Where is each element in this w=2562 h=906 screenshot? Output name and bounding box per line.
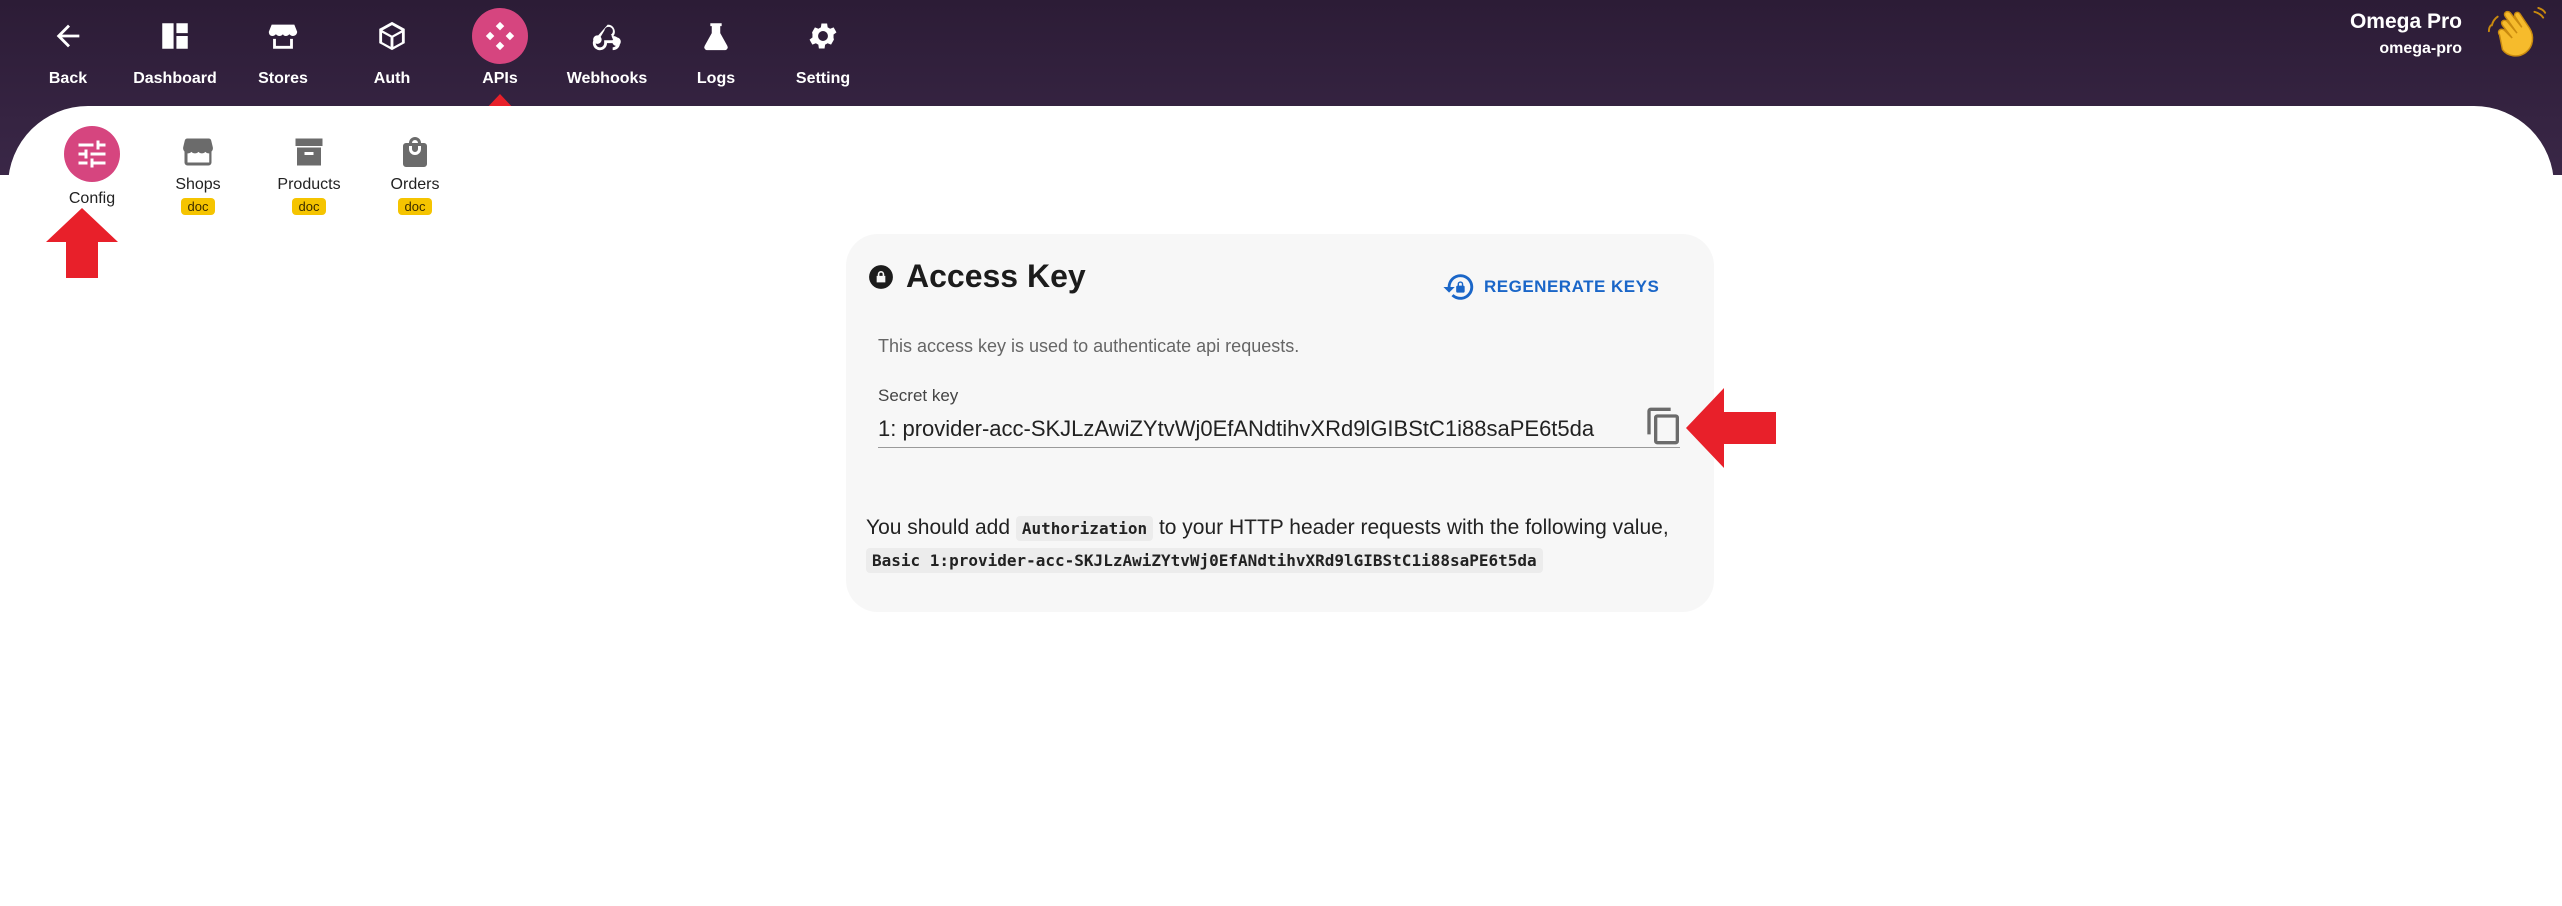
archive-icon <box>281 130 337 174</box>
card-title-text: Access Key <box>906 258 1086 294</box>
nav-label: Dashboard <box>133 70 217 87</box>
nav-label: Auth <box>373 70 411 87</box>
waving-hand-icon[interactable] <box>2486 6 2548 68</box>
auth-suffix: to your HTTP header requests with the fo… <box>1158 516 1669 539</box>
nav-back[interactable]: Back <box>38 0 98 100</box>
auth-prefix: You should add <box>866 516 1011 539</box>
card-description: This access key is used to authenticate … <box>878 336 1300 356</box>
gear-icon <box>795 8 851 64</box>
nav-label: Logs <box>696 70 736 87</box>
annotation-arrow-left <box>1686 388 1776 468</box>
user-name: Omega Pro <box>2349 10 2462 33</box>
nav-dashboard[interactable]: Dashboard <box>130 0 220 100</box>
nav-label: Webhooks <box>566 70 648 87</box>
storefront-icon <box>170 130 226 174</box>
nav-label: Setting <box>795 70 851 87</box>
nav-label: Back <box>48 70 88 87</box>
user-slug: omega-pro <box>2379 40 2462 57</box>
regenerate-keys-button[interactable]: REGENERATE KEYS <box>1442 270 1659 304</box>
card-title: Access Key <box>868 258 1086 295</box>
shopping-bag-icon <box>387 130 443 174</box>
subnav-config[interactable]: Config <box>56 106 128 208</box>
nav-label: Stores <box>258 70 308 87</box>
nav-webhooks[interactable]: Webhooks <box>564 0 650 100</box>
nav-logs[interactable]: Logs <box>688 0 744 100</box>
subnav-orders[interactable]: Orders doc <box>380 106 450 215</box>
store-icon <box>255 8 311 64</box>
subnav-label: Shops <box>175 176 221 193</box>
subnav-products[interactable]: Products doc <box>264 106 354 215</box>
regenerate-keys-label: REGENERATE KEYS <box>1484 277 1660 296</box>
auth-header-code: Authorization <box>1015 516 1154 541</box>
user-info[interactable]: Omega Pro omega-pro <box>2350 10 2462 58</box>
cube-icon <box>364 8 420 64</box>
nav-apis[interactable]: APIs <box>470 0 530 100</box>
access-key-card: Access Key REGENERATE KEYS This access k… <box>846 234 1714 612</box>
lock-icon <box>869 264 893 289</box>
doc-badge[interactable]: doc <box>397 198 433 215</box>
nav-stores[interactable]: Stores <box>248 0 318 100</box>
secret-key-value: 1: provider-acc-SKJLzAwiZYtvWj0EfANdtihv… <box>878 415 1595 441</box>
nav-auth[interactable]: Auth <box>362 0 422 100</box>
dashboard-icon <box>147 8 203 64</box>
subnav-label: Products <box>277 176 341 193</box>
annotation-arrow-up <box>46 208 118 278</box>
doc-badge[interactable]: doc <box>180 198 216 215</box>
subnav-label: Orders <box>390 176 440 193</box>
tune-icon <box>64 126 120 182</box>
subnav-shops[interactable]: Shops doc <box>164 106 232 215</box>
doc-badge[interactable]: doc <box>291 198 327 215</box>
secret-key-field[interactable]: 1: provider-acc-SKJLzAwiZYtvWj0EfANdtihv… <box>878 410 1680 448</box>
auth-value-code: Basic 1:provider-acc-SKJLzAwiZYtvWj0EfAN… <box>866 548 1543 573</box>
arrow-left-icon <box>40 8 96 64</box>
webhook-icon <box>579 8 635 64</box>
flask-icon <box>688 8 744 64</box>
auth-instructions: You should add Authorization to your HTT… <box>866 516 1669 541</box>
subnav-label: Config <box>68 190 116 207</box>
lock-reset-icon <box>1443 274 1474 300</box>
copy-icon[interactable] <box>1644 406 1684 446</box>
nav-label: APIs <box>482 70 518 87</box>
nav-setting[interactable]: Setting <box>790 0 856 100</box>
api-icon <box>472 8 528 64</box>
secret-key-label: Secret key <box>878 386 959 405</box>
